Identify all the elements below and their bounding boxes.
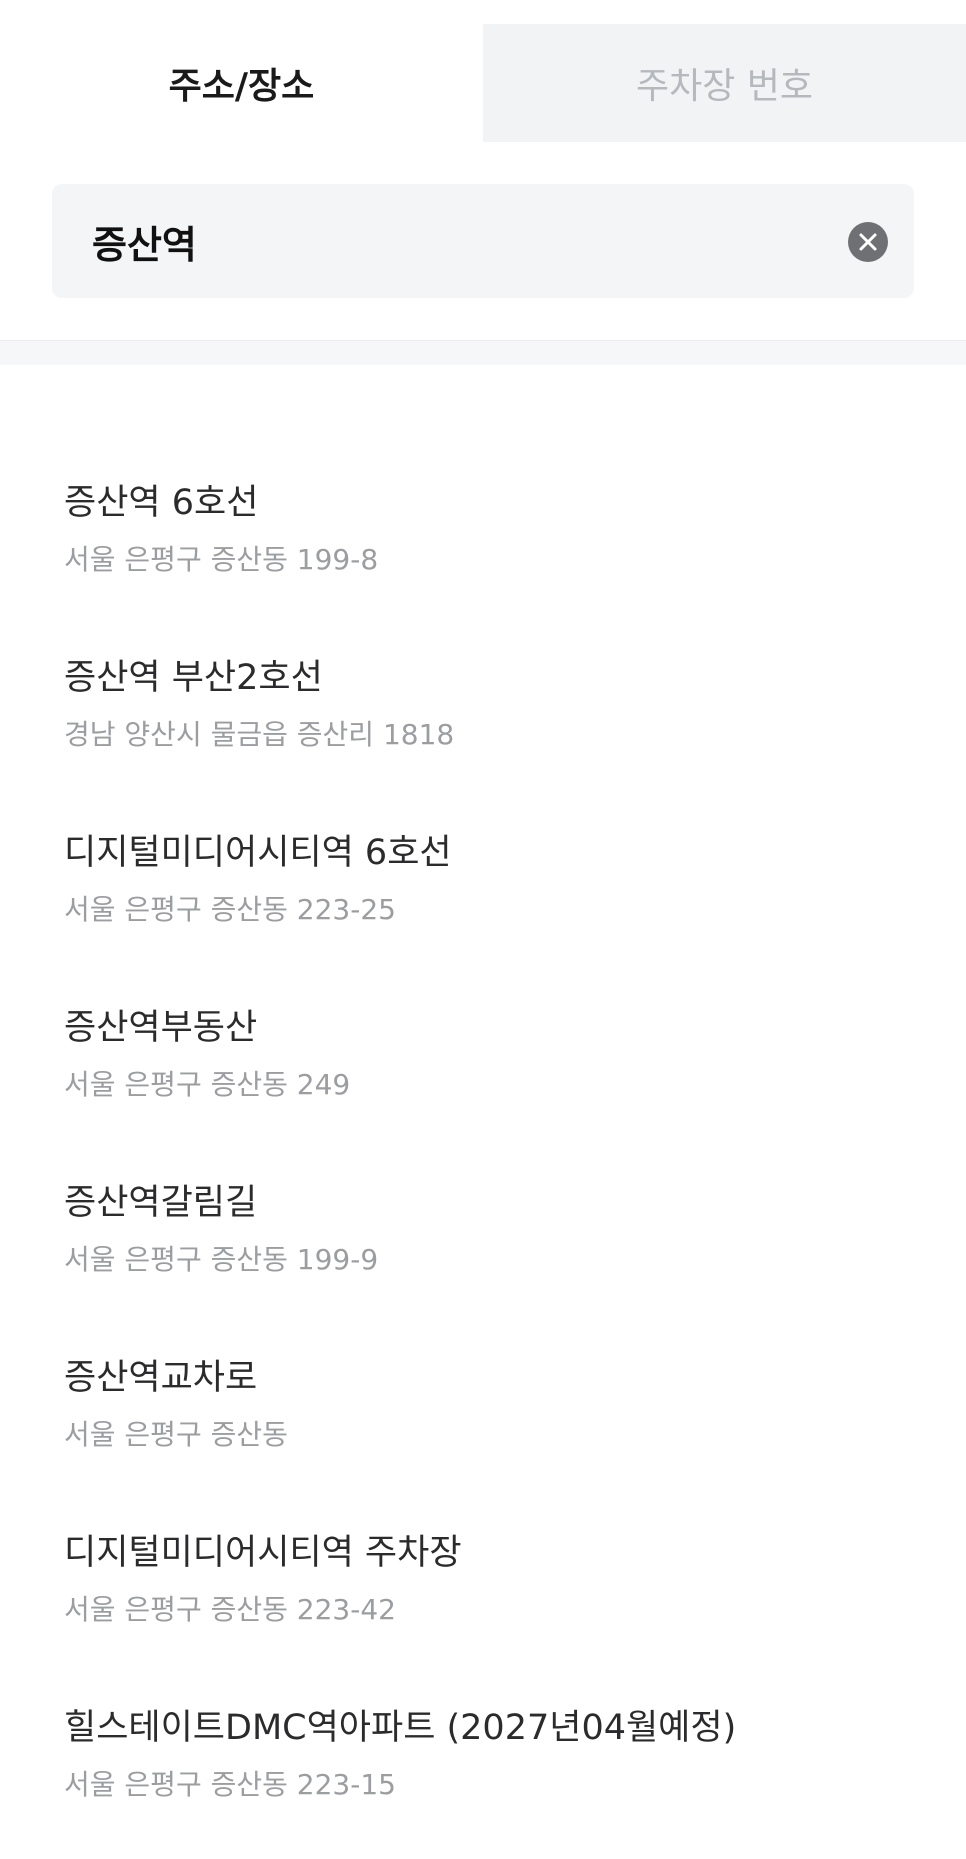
list-item[interactable]: 증산역 부산2호선 경남 양산시 물금읍 증산리 1818: [0, 649, 966, 809]
clear-icon[interactable]: [848, 222, 888, 262]
result-address: 서울 은평구 증산동 223-42: [64, 1593, 396, 1626]
list-item[interactable]: 증산역갈림길 서울 은평구 증산동 199-9: [0, 1174, 966, 1334]
section-divider: [0, 340, 966, 365]
result-address: 서울 은평구 증산동 223-25: [64, 893, 396, 926]
result-name: 증산역 부산2호선: [64, 658, 323, 698]
result-address: 서울 은평구 증산동 199-8: [64, 543, 379, 576]
search-box: [52, 184, 914, 298]
list-item[interactable]: 증산역교차로 서울 은평구 증산동: [0, 1349, 966, 1509]
list-item[interactable]: 디지털미디어시티역 주차장 서울 은평구 증산동 223-42: [0, 1524, 966, 1684]
result-name: 증산역부동산: [64, 1008, 258, 1048]
result-address: 서울 은평구 증산동 223-15: [64, 1768, 396, 1801]
tab-address-place[interactable]: 주소/장소: [0, 24, 483, 142]
result-address: 서울 은평구 증산동 199-9: [64, 1243, 379, 1276]
result-address: 서울 은평구 증산동 249: [64, 1068, 351, 1101]
list-item[interactable]: 힐스테이트DMC역아파트 (2027년04월예정) 서울 은평구 증산동 223…: [0, 1699, 966, 1859]
list-item[interactable]: 증산역부동산 서울 은평구 증산동 249: [0, 999, 966, 1159]
result-name: 증산역 6호선: [64, 483, 259, 523]
list-item[interactable]: 증산역 6호선 서울 은평구 증산동 199-8: [0, 474, 966, 634]
result-address: 경남 양산시 물금읍 증산리 1818: [64, 718, 455, 751]
search-input[interactable]: [92, 184, 812, 298]
list-item[interactable]: 디지털미디어시티역 6호선 서울 은평구 증산동 223-25: [0, 824, 966, 984]
tab-bar: 주소/장소 주차장 번호: [0, 24, 966, 142]
result-address: 서울 은평구 증산동: [64, 1418, 288, 1451]
result-name: 디지털미디어시티역 주차장: [64, 1533, 462, 1573]
result-name: 증산역교차로: [64, 1358, 258, 1398]
result-name: 디지털미디어시티역 6호선: [64, 833, 452, 873]
result-name: 힐스테이트DMC역아파트 (2027년04월예정): [64, 1708, 737, 1748]
tab-parking-number[interactable]: 주차장 번호: [483, 24, 966, 142]
result-name: 증산역갈림길: [64, 1183, 258, 1223]
